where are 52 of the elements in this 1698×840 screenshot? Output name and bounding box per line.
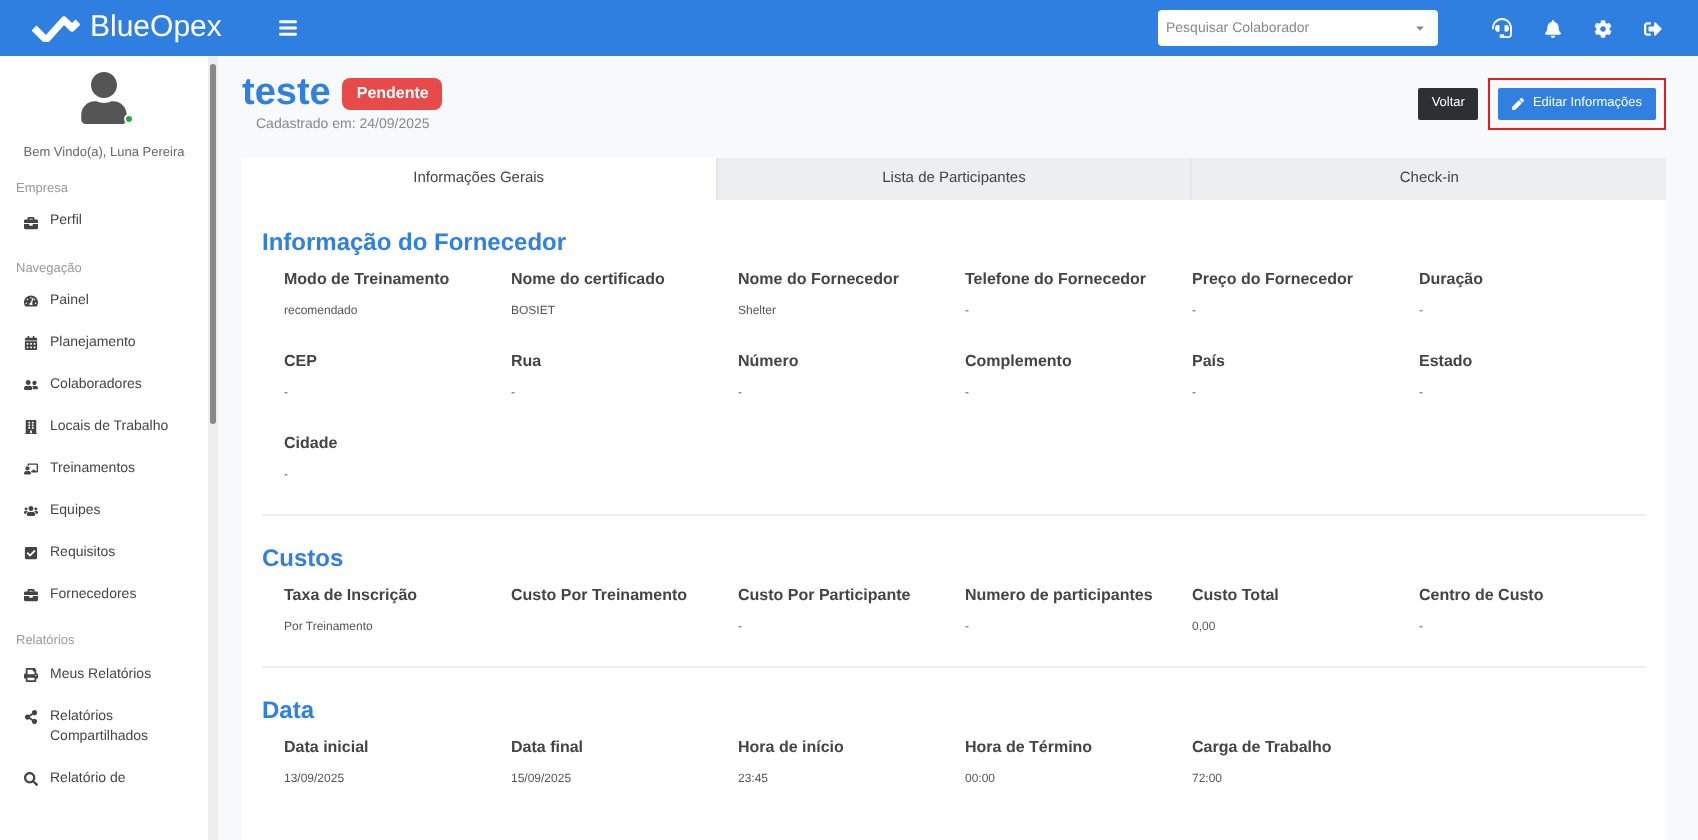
field-label: Cidade (284, 431, 340, 455)
share-icon (24, 710, 38, 724)
search-icon (24, 772, 38, 786)
status-badge: Pendente (342, 78, 443, 110)
field-label: Custo Por Participante (738, 583, 913, 607)
field-label: Rua (511, 349, 544, 373)
field-label: País (1192, 349, 1227, 373)
sidebar-scrollbar[interactable] (208, 56, 218, 840)
section-title: Custos (262, 541, 346, 575)
field-label: Centro de Custo (1419, 583, 1546, 607)
field-label: CEP (284, 349, 319, 373)
team-icon (24, 504, 38, 519)
brand-name: BlueOpex (90, 7, 222, 48)
menu-button[interactable] (277, 18, 298, 38)
field-label: Hora de início (738, 735, 846, 759)
pencil-icon (1512, 98, 1525, 110)
field-label: Modo de Treinamento (284, 267, 452, 291)
caret-icon (1414, 22, 1426, 34)
headset-icon[interactable] (1492, 18, 1512, 38)
field-label: Complemento (965, 349, 1074, 373)
briefcase-icon (24, 588, 38, 603)
printer-icon (24, 668, 38, 682)
field-label: Duração (1419, 267, 1486, 291)
field-label: Data inicial (284, 735, 371, 759)
notification-icon[interactable] (1544, 19, 1562, 37)
checkbox-icon (24, 546, 38, 561)
briefcase-icon (24, 215, 38, 229)
users-icon (24, 378, 38, 393)
field-label: Data final (511, 735, 586, 759)
field-label: Nome do certificado (511, 267, 667, 291)
presentation-icon (24, 462, 38, 477)
field-label: Carga de Trabalho (1192, 735, 1334, 759)
logout-icon[interactable] (1644, 19, 1662, 37)
field-label: Preço do Fornecedor (1192, 267, 1355, 291)
field-label: Nome do Fornecedor (738, 267, 901, 291)
logo-icon (32, 14, 80, 42)
avatar-icon (78, 72, 130, 124)
section-title: Data (262, 693, 317, 727)
field-label: Hora de Término (965, 735, 1095, 759)
section-title: Informação do Fornecedor (262, 225, 569, 259)
page-title: teste (242, 72, 331, 116)
field-label: Estado (1419, 349, 1475, 373)
field-label: Numero de participantes (965, 583, 1155, 607)
building-icon (24, 420, 38, 435)
field-label: Taxa de Inscrição (284, 583, 420, 607)
field-label: Custo Por Treinamento (511, 583, 690, 607)
field-label: Telefone do Fornecedor (965, 267, 1149, 291)
calendar-icon (24, 336, 38, 351)
field-label: Número (738, 349, 801, 373)
settings-icon[interactable] (1594, 19, 1612, 37)
gauge-icon (24, 294, 38, 309)
field-label: Custo Total (1192, 583, 1281, 607)
